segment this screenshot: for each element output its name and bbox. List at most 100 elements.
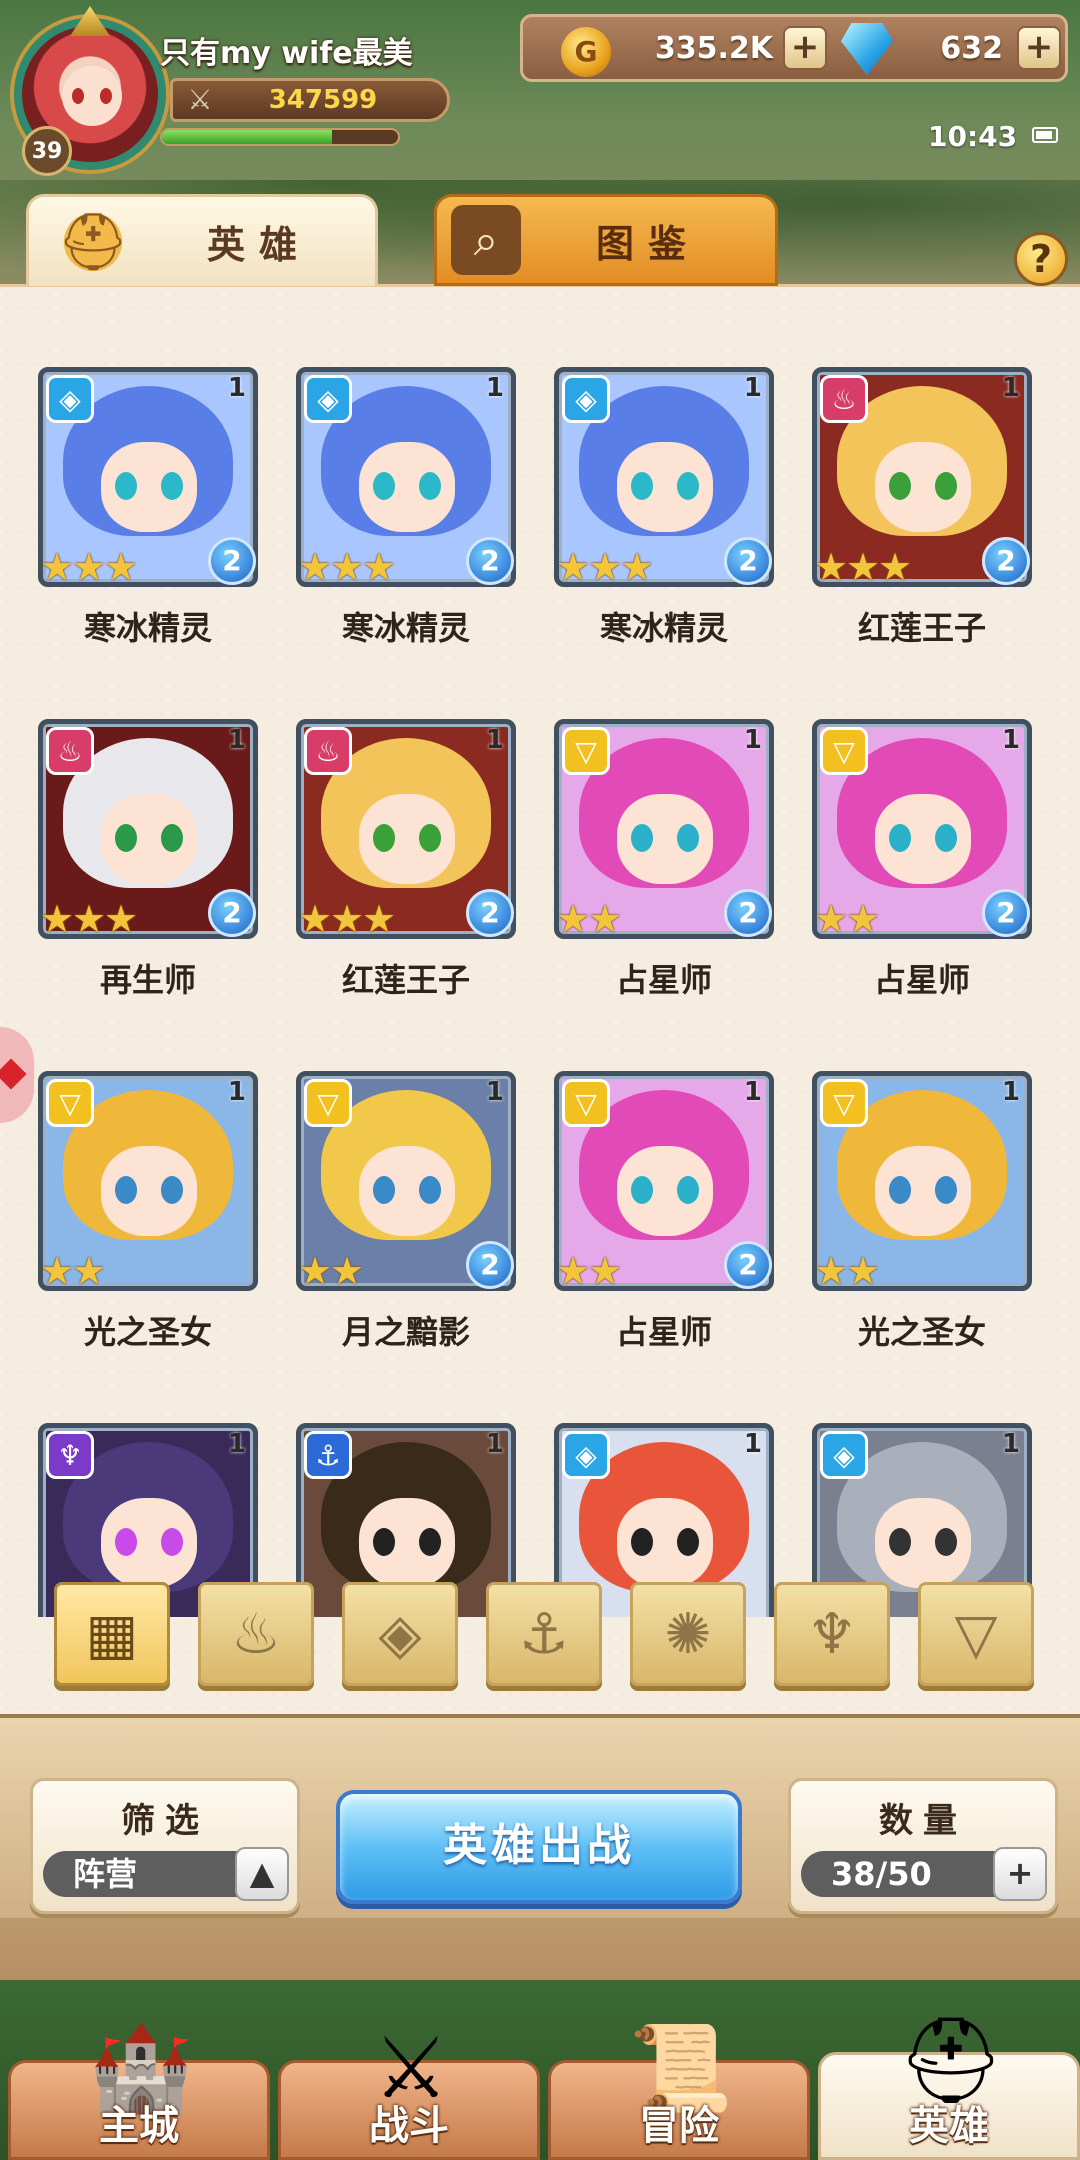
hero-rank-badge: 2 bbox=[466, 1241, 514, 1289]
dark-faction-icon: ♆ bbox=[806, 1601, 858, 1667]
star-icon: ★ bbox=[556, 897, 591, 941]
hero-card[interactable]: ◈ 1 ★ ★ ★ 2 寒冰精灵 bbox=[38, 367, 258, 647]
nav-tab-2[interactable]: 📜 冒险 bbox=[548, 2019, 810, 2160]
filter-button-water-faction[interactable]: ◈ bbox=[342, 1582, 458, 1686]
hero-stars: ★ ★ bbox=[814, 1252, 880, 1290]
dark-faction-icon: ♆ bbox=[46, 1431, 94, 1479]
star-icon: ★ bbox=[362, 545, 397, 589]
nav-tab-0[interactable]: 🏰 主城 bbox=[8, 2019, 270, 2160]
filter-button-all-grid[interactable]: ▦ bbox=[54, 1582, 170, 1686]
hero-name: 再生师 bbox=[99, 961, 196, 999]
light-faction-icon: ▽ bbox=[562, 1079, 610, 1127]
hero-card[interactable]: ▽ 1 ★ ★ 光之圣女 bbox=[812, 1071, 1032, 1351]
hero-count-value: 38/50 bbox=[831, 1855, 932, 1893]
magnifier-icon: ⌕ bbox=[451, 205, 521, 275]
filter-button-light-faction[interactable]: ▽ bbox=[918, 1582, 1034, 1686]
star-icon: ★ bbox=[40, 1249, 75, 1293]
hero-level: 1 bbox=[1001, 1429, 1020, 1459]
light-faction-icon: ▽ bbox=[820, 727, 868, 775]
hero-level: 1 bbox=[227, 373, 246, 403]
nav-tab-1[interactable]: ⚔ 战斗 bbox=[278, 2019, 540, 2160]
hero-card[interactable]: ♨ 1 ★ ★ ★ 2 红莲王子 bbox=[296, 719, 516, 999]
hero-card[interactable]: ♨ 1 ★ ★ ★ 2 红莲王子 bbox=[812, 367, 1032, 647]
hero-rank-badge: 2 bbox=[208, 889, 256, 937]
hero-name: 占星师 bbox=[615, 1313, 712, 1351]
star-icon: ★ bbox=[588, 897, 623, 941]
star-icon: ★ bbox=[588, 545, 623, 589]
hero-card[interactable]: ▽ 1 ★ ★ 2 月之黯影 bbox=[296, 1071, 516, 1351]
star-icon: ★ bbox=[40, 897, 75, 941]
fire-faction-icon: ♨ bbox=[820, 375, 868, 423]
hero-level: 1 bbox=[227, 1077, 246, 1107]
filter-button-beast-faction[interactable]: ✺ bbox=[630, 1582, 746, 1686]
hero-level: 1 bbox=[1001, 373, 1020, 403]
currency-bar: G 335.2K + 632 + bbox=[520, 14, 1068, 82]
water-faction-icon: ◈ bbox=[820, 1431, 868, 1479]
hero-level: 1 bbox=[485, 1077, 504, 1107]
add-gold-button[interactable]: + bbox=[783, 26, 827, 70]
star-icon: ★ bbox=[72, 1249, 107, 1293]
battery-icon bbox=[1032, 127, 1058, 143]
filter-button-anchor-faction[interactable]: ⚓ bbox=[486, 1582, 602, 1686]
star-icon: ★ bbox=[556, 1249, 591, 1293]
gold-amount: 335.2K bbox=[654, 31, 773, 66]
hero-sortie-button[interactable]: 英雄出战 bbox=[336, 1790, 742, 1904]
hero-rank-badge: 2 bbox=[724, 537, 772, 585]
star-icon: ★ bbox=[298, 545, 333, 589]
gem-amount: 632 bbox=[940, 31, 1003, 66]
hero-rank-badge: 2 bbox=[724, 889, 772, 937]
hero-card[interactable]: ♨ 1 ★ ★ ★ 2 再生师 bbox=[38, 719, 258, 999]
star-icon: ★ bbox=[362, 897, 397, 941]
gold-coin-icon: G bbox=[561, 27, 611, 77]
hero-card[interactable]: ▽ 1 ★ ★ 2 占星师 bbox=[812, 719, 1032, 999]
nav-label: 战斗 bbox=[369, 2103, 449, 2149]
player-name: 只有my wife最美 bbox=[160, 36, 413, 71]
star-icon: ★ bbox=[846, 545, 881, 589]
star-icon: ★ bbox=[620, 545, 655, 589]
star-icon: ★ bbox=[40, 545, 75, 589]
hero-card[interactable]: ▽ 1 ★ ★ 2 占星师 bbox=[554, 719, 774, 999]
fire-faction-icon: ♨ bbox=[230, 1601, 282, 1667]
hero-stars: ★ ★ ★ bbox=[40, 545, 138, 589]
filter-title: 筛选 bbox=[121, 1801, 209, 1841]
faction-filter-bar: ▦ ♨ ◈ ⚓ ✺ ♆ ▽ bbox=[54, 1582, 1054, 1692]
hero-grid-viewport[interactable]: ◈ 1 ★ ★ ★ 2 寒冰精灵 ◈ 1 ★ ★ ★ 2 寒冰精灵 ◈ 1 ★ ★ ★ 2 寒冰精灵 ♨ 1 ★ ★ ★ 2 红莲王子… bbox=[0, 367, 1080, 1617]
add-gems-button[interactable]: + bbox=[1017, 26, 1061, 70]
hero-card[interactable]: ◈ 1 ★ ★ ★ 2 寒冰精灵 bbox=[554, 367, 774, 647]
hero-rank-badge: 2 bbox=[982, 537, 1030, 585]
tab-codex[interactable]: ⌕ 图鉴 bbox=[434, 194, 778, 286]
hero-stars: ★ ★ bbox=[40, 1249, 106, 1293]
star-icon: ★ bbox=[330, 1249, 365, 1293]
water-faction-icon: ◈ bbox=[562, 375, 610, 423]
fire-faction-icon: ♨ bbox=[46, 727, 94, 775]
player-avatar[interactable]: 39 bbox=[8, 6, 178, 176]
light-faction-icon: ▽ bbox=[304, 1079, 352, 1127]
hero-name: 光之圣女 bbox=[83, 1313, 212, 1351]
expand-up-icon[interactable]: ▲ bbox=[235, 1847, 289, 1901]
experience-fill bbox=[162, 130, 332, 144]
filter-button-fire-faction[interactable]: ♨ bbox=[198, 1582, 314, 1686]
hero-name: 月之黯影 bbox=[341, 1313, 470, 1351]
filter-button-dark-faction[interactable]: ♆ bbox=[774, 1582, 890, 1686]
anchor-faction-icon: ⚓ bbox=[518, 1601, 570, 1667]
hero-name: 红莲王子 bbox=[341, 961, 470, 999]
tab-heroes[interactable]: ⛑ 英雄 bbox=[26, 194, 378, 286]
hero-card[interactable]: ◈ 1 ★ ★ ★ 2 寒冰精灵 bbox=[296, 367, 516, 647]
hero-rank-badge: 2 bbox=[982, 889, 1030, 937]
hero-stars: ★ ★ bbox=[556, 1249, 622, 1293]
star-icon: ★ bbox=[298, 897, 333, 941]
hero-card[interactable]: ▽ 1 ★ ★ 2 占星师 bbox=[554, 1071, 774, 1351]
filter-dropdown[interactable]: 阵营 ▲ bbox=[43, 1847, 289, 1901]
nav-tab-3[interactable]: ⛑ 英雄 bbox=[818, 2011, 1080, 2160]
hero-name: 红莲王子 bbox=[857, 609, 986, 647]
help-button[interactable]: ? bbox=[1014, 232, 1068, 286]
hero-stars: ★ ★ bbox=[814, 900, 880, 938]
expand-capacity-button[interactable]: + bbox=[993, 1847, 1047, 1901]
hero-level: 1 bbox=[485, 373, 504, 403]
count-box: 数量 38/50 + bbox=[788, 1778, 1058, 1914]
hero-name: 占星师 bbox=[615, 961, 712, 999]
all-grid-icon: ▦ bbox=[85, 1601, 139, 1667]
hero-level: 1 bbox=[1001, 1077, 1020, 1107]
crossed-swords-icon: ⚔ bbox=[187, 83, 213, 116]
hero-card[interactable]: ▽ 1 ★ ★ 光之圣女 bbox=[38, 1071, 258, 1351]
